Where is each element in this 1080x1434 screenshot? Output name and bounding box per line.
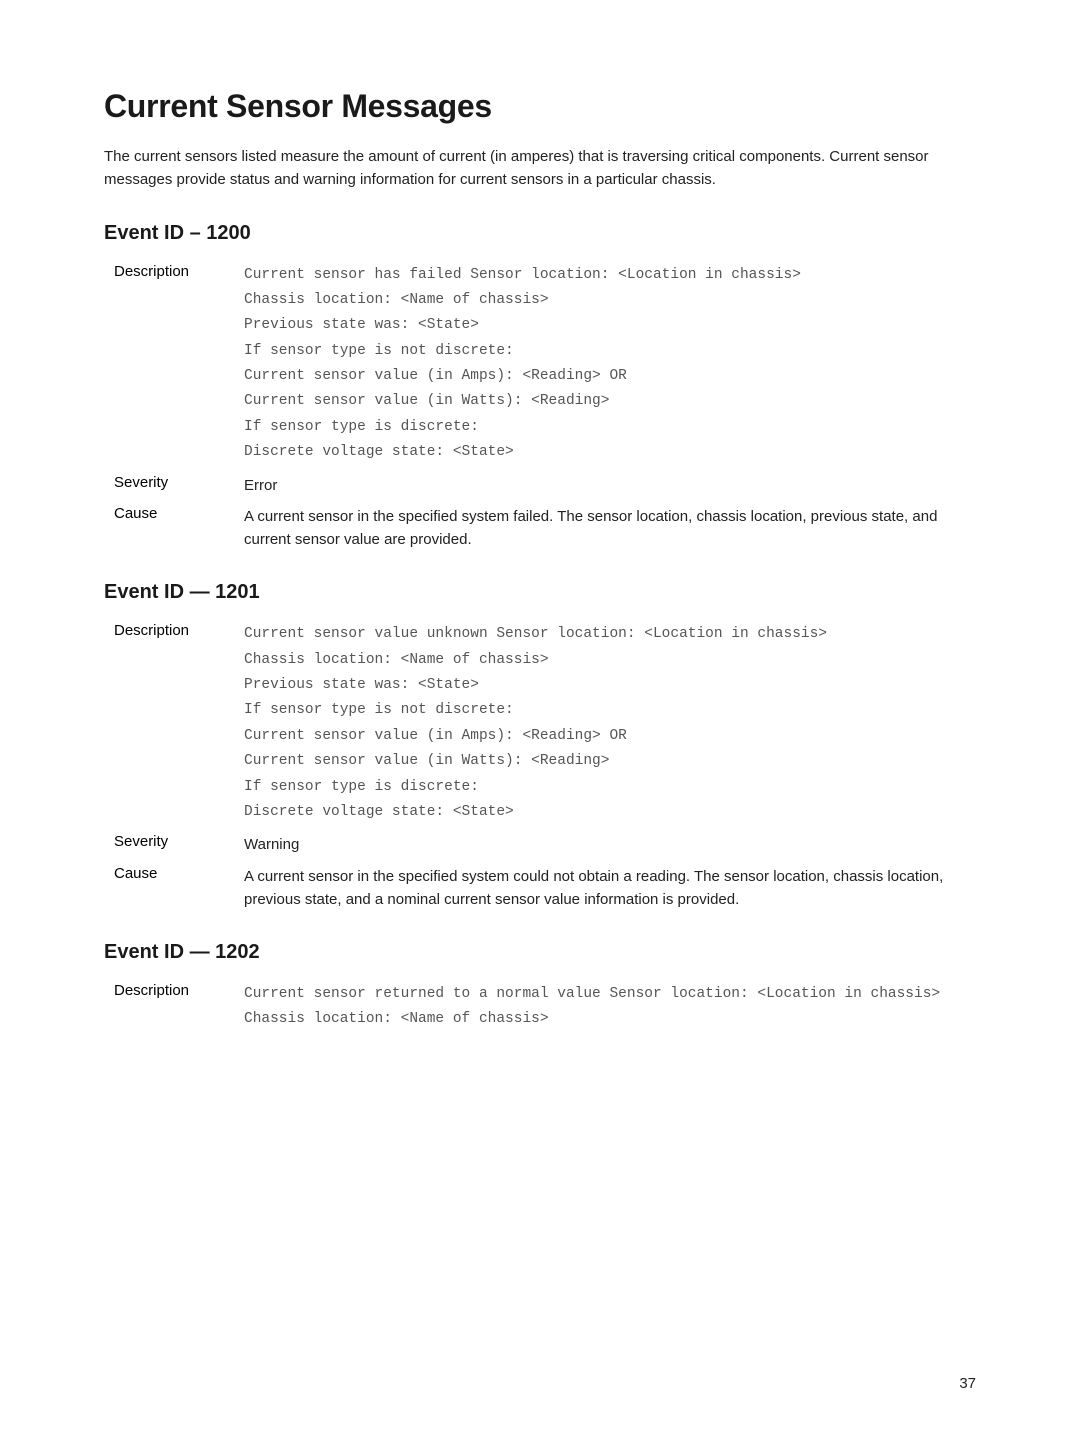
- event-heading-1201: Event ID — 1201: [104, 581, 976, 604]
- value-cause-1200: A current sensor in the specified system…: [244, 501, 976, 556]
- label-cause: Cause: [104, 501, 244, 556]
- desc-line: Current sensor value (in Amps): <Reading…: [244, 364, 976, 389]
- event-table-1202: Description Current sensor returned to a…: [104, 978, 976, 1037]
- desc-line: If sensor type is discrete:: [244, 775, 976, 800]
- page-title: Current Sensor Messages: [104, 88, 976, 125]
- value-description-1202: Current sensor returned to a normal valu…: [244, 978, 976, 1037]
- desc-line: If sensor type is discrete:: [244, 415, 976, 440]
- desc-line: Current sensor value (in Watts): <Readin…: [244, 749, 976, 774]
- desc-line: Current sensor returned to a normal valu…: [244, 982, 976, 1007]
- desc-line: If sensor type is not discrete:: [244, 698, 976, 723]
- label-cause: Cause: [104, 861, 244, 916]
- desc-line: Current sensor value (in Amps): <Reading…: [244, 724, 976, 749]
- desc-line: Current sensor value unknown Sensor loca…: [244, 622, 976, 647]
- label-description: Description: [104, 259, 244, 470]
- desc-line: If sensor type is not discrete:: [244, 339, 976, 364]
- desc-line: Previous state was: <State>: [244, 673, 976, 698]
- label-description: Description: [104, 618, 244, 829]
- value-severity-1201: Warning: [244, 829, 976, 860]
- desc-line: Previous state was: <State>: [244, 313, 976, 338]
- value-cause-1201: A current sensor in the specified system…: [244, 861, 976, 916]
- desc-line: Chassis location: <Name of chassis>: [244, 1007, 976, 1032]
- label-severity: Severity: [104, 470, 244, 501]
- label-description: Description: [104, 978, 244, 1037]
- desc-line: Chassis location: <Name of chassis>: [244, 648, 976, 673]
- desc-line: Chassis location: <Name of chassis>: [244, 288, 976, 313]
- value-description-1201: Current sensor value unknown Sensor loca…: [244, 618, 976, 829]
- event-heading-1202: Event ID — 1202: [104, 941, 976, 964]
- desc-line: Current sensor value (in Watts): <Readin…: [244, 389, 976, 414]
- value-description-1200: Current sensor has failed Sensor locatio…: [244, 259, 976, 470]
- label-severity: Severity: [104, 829, 244, 860]
- value-severity-1200: Error: [244, 470, 976, 501]
- intro-paragraph: The current sensors listed measure the a…: [104, 145, 976, 192]
- event-table-1200: Description Current sensor has failed Se…: [104, 259, 976, 556]
- event-heading-1200: Event ID – 1200: [104, 222, 976, 245]
- desc-line: Discrete voltage state: <State>: [244, 800, 976, 825]
- event-table-1201: Description Current sensor value unknown…: [104, 618, 976, 915]
- page-number: 37: [959, 1375, 976, 1392]
- desc-line: Current sensor has failed Sensor locatio…: [244, 263, 976, 288]
- desc-line: Discrete voltage state: <State>: [244, 440, 976, 465]
